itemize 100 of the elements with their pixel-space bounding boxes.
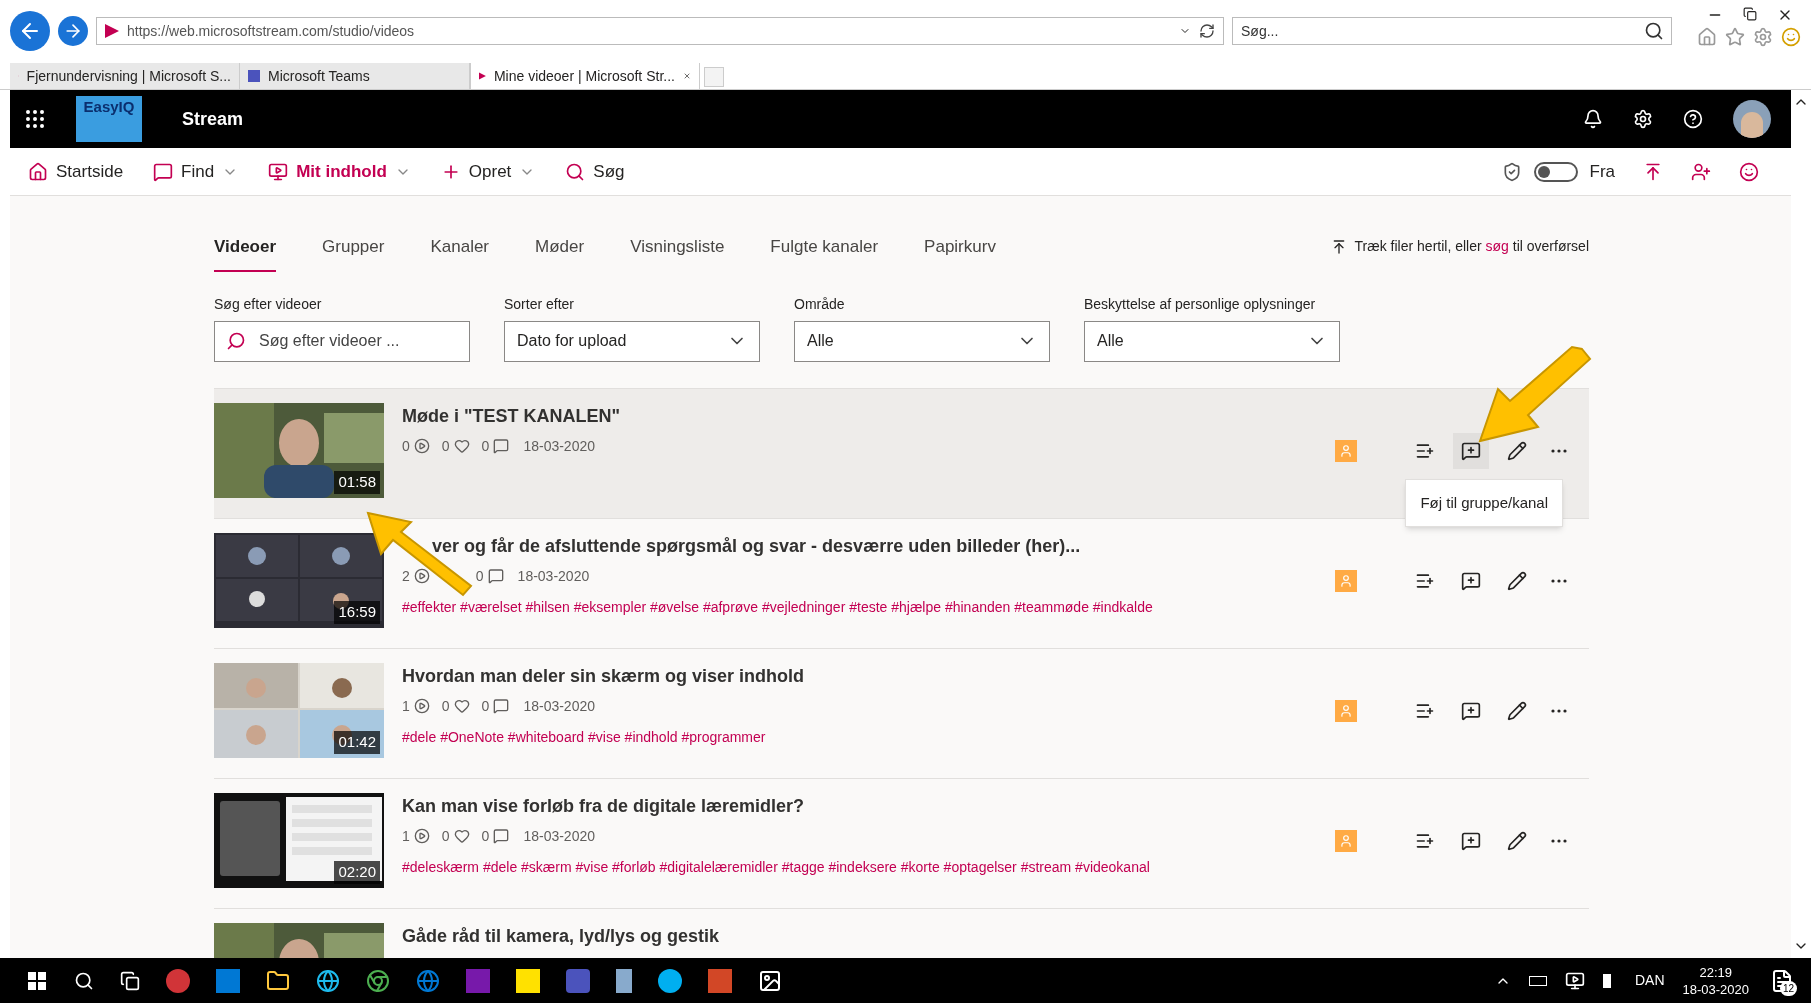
folder-icon[interactable] [266, 968, 290, 993]
search-icon [226, 330, 246, 351]
filter-label: Område [794, 294, 846, 314]
duration-label: 16:59 [334, 601, 380, 624]
play-icon [413, 568, 430, 584]
dropdown[interactable]: Alle [1084, 320, 1340, 362]
play-icon [413, 438, 430, 454]
comment-count: 0 [481, 696, 490, 716]
add-to-group-button[interactable] [1453, 432, 1489, 469]
help-icon[interactable] [1683, 109, 1703, 129]
teams-icon [248, 70, 260, 82]
upload-date: 18-03-2020 [523, 826, 595, 846]
filter-label: Beskyttelse af personlige oplysninger [1084, 294, 1317, 314]
notifications-icon[interactable] [1770, 968, 1794, 993]
search-field[interactable]: Søg efter videoer ... [214, 320, 470, 362]
favorites-icon[interactable] [1725, 27, 1745, 47]
task-view-icon[interactable] [120, 970, 140, 991]
pencil-icon [1507, 440, 1527, 461]
browser-tab[interactable]: Fjernundervisning | Microsoft S... [10, 63, 240, 89]
easyiq-logo: EasyIQ [76, 96, 142, 142]
dropdown-value: Alle [1097, 331, 1125, 351]
pencil-icon [1507, 570, 1527, 591]
nav-item[interactable]: Startside [28, 158, 124, 185]
teams-icon[interactable] [566, 968, 590, 993]
tab[interactable]: Papirkurv [924, 234, 996, 272]
dropdown[interactable]: Dato for upload [504, 320, 760, 362]
video-title[interactable]: Møde i "TEST KANALEN" [402, 402, 621, 430]
tab[interactable]: Kanaler [430, 234, 490, 272]
view-count: 1 [402, 696, 410, 716]
home-icon [28, 161, 48, 182]
edge-icon[interactable] [416, 968, 440, 993]
tab[interactable]: Fulgte kanaler [770, 234, 879, 272]
app-icon[interactable] [166, 968, 190, 993]
back-button[interactable] [10, 11, 50, 51]
tab[interactable]: Grupper [322, 234, 385, 272]
clock-date[interactable]: 18-03-2020 [1682, 980, 1749, 998]
nav-item[interactable]: Søg [565, 158, 625, 185]
add-comment-icon [1461, 700, 1481, 721]
forward-button[interactable] [58, 16, 88, 46]
like-count: 0 [441, 826, 450, 846]
app-launcher-icon[interactable] [23, 107, 47, 131]
view-count: 2 [402, 566, 410, 586]
nav-item[interactable]: Find [153, 158, 239, 185]
language-indicator[interactable]: DAN [1634, 970, 1665, 991]
powerpoint-icon[interactable] [708, 968, 732, 993]
duration-label: 01:42 [334, 731, 380, 754]
add-user-icon[interactable] [1691, 161, 1711, 182]
tag-list: #dele #OneNote #whiteboard #vise #indhold #programmer [402, 726, 766, 748]
more-icon [1551, 448, 1567, 453]
home-icon[interactable] [1697, 27, 1717, 47]
filter-label: Søg efter videoer [214, 294, 323, 314]
url-text: https://web.microsoftstream.com/studio/videos [127, 21, 416, 41]
dropdown[interactable]: Alle [794, 320, 1050, 362]
chrome-icon[interactable] [366, 968, 390, 993]
browser-icon[interactable] [316, 968, 340, 993]
search-link[interactable]: søg [1485, 238, 1509, 254]
photos-icon[interactable] [758, 968, 782, 993]
add-comment-icon [1461, 830, 1481, 851]
address-bar[interactable]: https://web.microsoftstream.com/studio/videos [96, 17, 1224, 45]
app-icon[interactable] [616, 968, 632, 993]
battery-icon[interactable] [1528, 975, 1547, 986]
play-icon [413, 828, 430, 844]
search-icon[interactable] [1644, 21, 1664, 41]
view-count: 0 [402, 436, 410, 456]
tooltip: Føj til gruppe/kanal [1405, 478, 1563, 527]
toggle-label: Fra [1589, 160, 1615, 183]
tab[interactable]: Videoer [214, 234, 277, 272]
video-title[interactable]: Gåde råd til kamera, lyd/lys og gestik [402, 922, 720, 950]
dropdown-value: Dato for upload [517, 331, 628, 351]
video-title[interactable]: Hvordan man deler sin skærm og viser indhold [402, 662, 805, 690]
comment-count: 0 [475, 566, 484, 586]
add-comment-icon [1461, 440, 1481, 461]
browser-tab[interactable]: Mine videoer | Microsoft Str... [470, 63, 700, 89]
notifications-icon[interactable] [1583, 109, 1603, 129]
clock-time[interactable]: 22:19 [1699, 963, 1732, 981]
toggle-switch[interactable] [1533, 161, 1578, 182]
windows-logo-icon[interactable] [28, 971, 46, 990]
outlook-icon[interactable] [216, 968, 240, 993]
avatar[interactable] [1733, 100, 1771, 138]
video-title[interactable]: Kan man vise forløb fra de digitale læremidler? [402, 792, 805, 820]
tab[interactable]: Møder [535, 234, 585, 272]
tab[interactable]: Visningsliste [630, 234, 725, 272]
network-icon[interactable] [1564, 970, 1585, 991]
video-title[interactable]: ver og får de afsluttende spørgsmål og svar - desværre uden billeder (her)... [432, 532, 1081, 560]
browser-tab[interactable]: Microsoft Teams [240, 63, 470, 89]
upload-date: 18-03-2020 [523, 436, 595, 456]
nav-item[interactable]: Opret [440, 158, 536, 185]
refresh-icon[interactable] [1199, 23, 1215, 39]
browser-search-field[interactable]: Søg... [1232, 17, 1672, 45]
tab-title: Microsoft Teams [268, 66, 371, 86]
nav-item[interactable]: Mit indhold [268, 158, 411, 185]
sticky-notes-icon[interactable] [516, 968, 540, 993]
restore-icon[interactable] [1743, 7, 1757, 21]
comment-icon [493, 698, 510, 714]
feedback-icon[interactable] [1739, 161, 1759, 182]
skype-icon[interactable] [658, 968, 682, 993]
comment-icon [493, 828, 510, 844]
search-icon[interactable] [74, 970, 94, 991]
upload-icon[interactable] [1643, 161, 1663, 182]
tag-list: #deleskærm #dele #skærm #vise #forløb #digitalelæremidler #tagge #indeksere #korte #optagelser #stream #videokanal [402, 856, 1150, 878]
